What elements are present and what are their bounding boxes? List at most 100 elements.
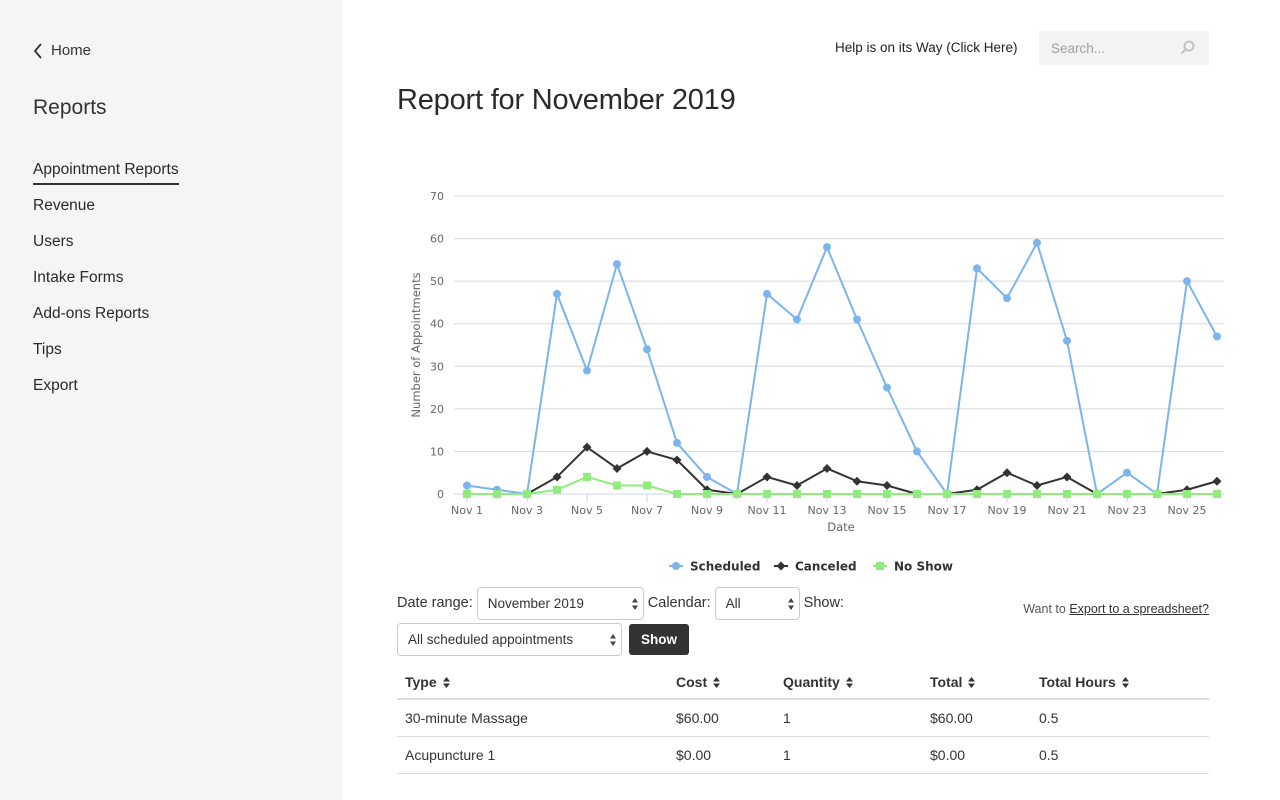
show-select[interactable]: All scheduled appointments [397, 623, 622, 656]
data-point-canceled [762, 472, 772, 482]
home-back-link[interactable]: Home [33, 42, 91, 59]
legend-marker-icon [776, 561, 786, 571]
data-point-no-show [1123, 490, 1131, 498]
sidebar-item-users[interactable]: Users [33, 230, 179, 266]
data-point-scheduled [463, 481, 471, 490]
x-tick-label: Nov 7 [631, 504, 663, 517]
sidebar-item-label: Revenue [33, 197, 96, 214]
export-prefix: Want to [1023, 602, 1070, 616]
data-point-no-show [943, 490, 951, 498]
calendar-select[interactable]: All [714, 587, 800, 620]
data-point-no-show [823, 490, 831, 498]
search-icon[interactable] [1180, 40, 1195, 55]
data-point-scheduled [583, 366, 591, 375]
data-point-no-show [1183, 490, 1191, 498]
show-label: Show: [803, 595, 844, 612]
y-tick-label: 10 [430, 445, 444, 458]
legend-label: Canceled [795, 560, 857, 574]
data-point-no-show [523, 490, 531, 498]
y-axis-ticks: 0 10 20 30 40 50 60 70 [430, 190, 444, 501]
column-header-quantity[interactable]: Quantity [775, 666, 922, 700]
data-point-scheduled [883, 383, 891, 392]
legend-item-canceled[interactable]: Canceled [774, 560, 857, 574]
table-row: Acupuncture 1 $0.00 1 $0.00 0.5 [397, 736, 1209, 774]
data-point-scheduled [1123, 468, 1131, 477]
legend-item-scheduled[interactable]: Scheduled [669, 560, 760, 574]
column-header-type[interactable]: Type [397, 666, 668, 700]
x-tick-label: Nov 25 [1168, 504, 1207, 517]
data-point-scheduled [763, 289, 771, 298]
y-tick-label: 20 [430, 403, 444, 416]
sort-icon [968, 677, 976, 688]
legend: Scheduled Canceled No Show [669, 560, 953, 574]
data-point-canceled [1002, 468, 1012, 478]
sidebar-item-appointment-reports[interactable]: Appointment Reports [33, 158, 179, 194]
data-point-no-show [733, 490, 741, 498]
cell-type: Acupuncture 1 [397, 736, 668, 774]
data-point-scheduled [973, 264, 981, 273]
help-link[interactable]: Help is on its Way (Click Here) [835, 40, 1018, 55]
data-point-no-show [673, 490, 681, 498]
cell-cost: $0.00 [668, 736, 775, 774]
data-point-canceled [1212, 476, 1222, 486]
sidebar-item-intake-forms[interactable]: Intake Forms [33, 266, 179, 302]
data-point-no-show [1213, 490, 1221, 498]
table-header-row: Type Cost Quantity Total Total Hours [397, 666, 1209, 700]
cell-total-hours: 0.5 [1031, 736, 1209, 774]
data-point-scheduled [1003, 294, 1011, 303]
show-button[interactable]: Show [629, 624, 689, 655]
y-tick-label: 70 [430, 190, 444, 203]
cell-total: $60.00 [922, 699, 1031, 737]
appointments-line-chart: 0 10 20 30 40 50 60 70 Nov 1 Nov 3 Nov 5 Nov 7 Nov … [409, 190, 1224, 574]
data-point-scheduled [613, 260, 621, 269]
sidebar-item-export[interactable]: Export [33, 374, 179, 410]
legend-item-no-show[interactable]: No Show [873, 560, 953, 574]
x-tick-label: Nov 17 [928, 504, 967, 517]
legend-marker-icon [876, 562, 884, 570]
data-point-scheduled [553, 289, 561, 298]
data-point-no-show [1003, 490, 1011, 498]
sidebar-item-label: Export [33, 377, 78, 394]
cell-total-hours: 0.5 [1031, 699, 1209, 737]
x-axis-label: Date [827, 520, 855, 534]
data-point-canceled [822, 463, 832, 473]
series-line-no-show [467, 475, 1217, 495]
date-range-select[interactable]: November 2019 [476, 587, 644, 620]
data-point-scheduled [913, 447, 921, 456]
column-header-total[interactable]: Total [922, 666, 1031, 700]
cell-cost: $60.00 [668, 699, 775, 737]
page-title: Report for November 2019 [397, 84, 736, 116]
series-line-canceled [467, 446, 1218, 495]
legend-marker-icon [672, 562, 680, 570]
sidebar-item-label: Add-ons Reports [33, 305, 150, 322]
sidebar-item-tips[interactable]: Tips [33, 338, 179, 374]
column-header-total-hours[interactable]: Total Hours [1031, 666, 1209, 700]
data-point-canceled [1062, 472, 1072, 482]
sidebar-item-revenue[interactable]: Revenue [33, 194, 179, 230]
x-tick-label: Nov 19 [988, 504, 1027, 517]
x-tick-label: Nov 9 [691, 504, 723, 517]
sort-icon [1121, 677, 1129, 688]
x-tick-label: Nov 1 [451, 504, 483, 517]
sort-icon [713, 677, 721, 688]
search-box [1039, 31, 1209, 65]
chevron-left-icon [33, 42, 42, 59]
column-header-label: Total Hours [1039, 674, 1116, 690]
y-tick-label: 60 [430, 233, 444, 246]
export-prompt: Want to Export to a spreadsheet? [1023, 602, 1209, 616]
column-header-cost[interactable]: Cost [668, 666, 775, 700]
home-label: Home [51, 42, 92, 59]
search-input[interactable] [1051, 40, 1181, 56]
show-value: All scheduled appointments [408, 631, 574, 647]
data-point-canceled [882, 480, 892, 490]
data-point-scheduled [1213, 332, 1221, 341]
legend-label: Scheduled [690, 560, 760, 574]
series-scheduled [463, 238, 1221, 498]
data-point-no-show [763, 490, 771, 498]
data-point-no-show [1033, 490, 1041, 498]
data-point-no-show [1153, 490, 1161, 498]
report-filters: Date range: November 2019 Calendar: All … [397, 587, 857, 656]
sidebar-title: Reports [33, 96, 107, 119]
sidebar-item-addons-reports[interactable]: Add-ons Reports [33, 302, 179, 338]
export-spreadsheet-link[interactable]: Export to a spreadsheet? [1069, 602, 1209, 616]
